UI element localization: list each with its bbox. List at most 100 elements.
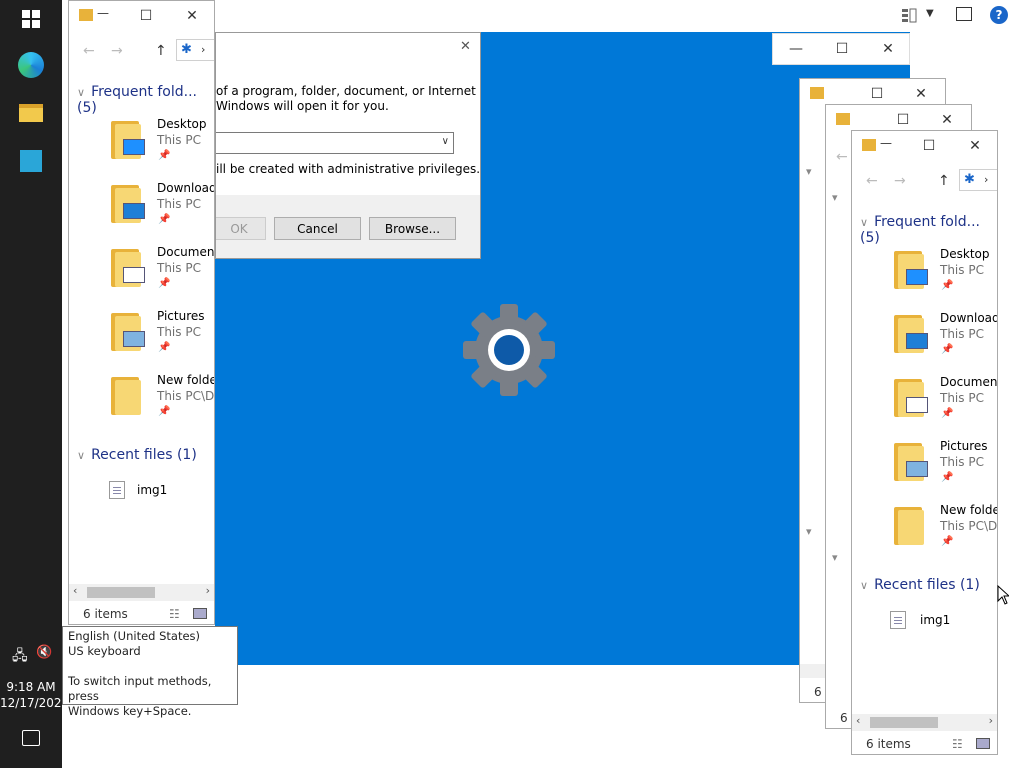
- network-icon[interactable]: 🖧: [12, 645, 28, 669]
- run-description-line1: of a program, folder, document, or Inter…: [216, 84, 476, 98]
- close-button[interactable]: ✕: [169, 1, 214, 31]
- forward-arrow-icon[interactable]: →: [111, 43, 123, 59]
- pin-icon[interactable]: 📌: [941, 280, 953, 291]
- frequent-folders-header[interactable]: ∨ Frequent fold... (5): [860, 214, 997, 246]
- chevron-icon: ▾: [806, 165, 812, 178]
- frequent-folder-item[interactable]: New folder This PC\De 📌: [69, 373, 214, 433]
- pin-icon[interactable]: 📌: [941, 344, 953, 355]
- folder-icon: [111, 119, 145, 159]
- details-view-icon[interactable]: ☷: [952, 737, 963, 751]
- pin-icon[interactable]: 📌: [941, 408, 953, 419]
- recent-file-name[interactable]: img1: [137, 483, 167, 497]
- ok-button[interactable]: OK: [216, 217, 266, 240]
- scroll-left-icon[interactable]: ‹: [856, 714, 860, 727]
- chevron-right-icon: ›: [984, 173, 989, 186]
- address-bar[interactable]: ✱ ›: [959, 169, 997, 191]
- folder-icon: [810, 87, 824, 99]
- folder-icon: [894, 505, 924, 545]
- minimize-button[interactable]: —: [97, 6, 109, 20]
- action-center-icon[interactable]: [22, 730, 40, 746]
- view-options-icon[interactable]: [900, 6, 920, 24]
- maximize-button[interactable]: ☐: [906, 131, 952, 161]
- frequent-folder-item[interactable]: New folder This PC\De 📌: [852, 503, 997, 563]
- browse-button[interactable]: Browse...: [369, 217, 456, 240]
- folder-icon: [894, 377, 928, 417]
- folder-name: Pictures: [157, 309, 205, 323]
- pin-icon[interactable]: 📌: [158, 406, 170, 417]
- settings-gear-icon: [463, 304, 555, 396]
- scroll-right-icon[interactable]: ›: [989, 714, 993, 727]
- folder-icon: [111, 311, 145, 351]
- close-button[interactable]: ✕: [952, 131, 997, 161]
- minimize-button[interactable]: —: [880, 136, 892, 150]
- cancel-button[interactable]: Cancel: [274, 217, 361, 240]
- folder-name: Documents: [940, 375, 998, 389]
- folder-name: Downloads: [157, 181, 214, 195]
- horizontal-scrollbar[interactable]: ‹ ›: [69, 584, 214, 601]
- pin-icon[interactable]: 📌: [158, 214, 170, 225]
- folder-icon: [894, 249, 928, 289]
- help-icon[interactable]: ?: [990, 6, 1008, 24]
- frequent-folders-header[interactable]: ∨ Frequent fold... (5): [77, 84, 214, 116]
- chevron-down-icon[interactable]: ▼: [926, 8, 934, 19]
- horizontal-scrollbar[interactable]: ‹ ›: [852, 714, 997, 731]
- folder-name: New folder: [157, 373, 214, 387]
- start-button[interactable]: [0, 6, 62, 32]
- large-icons-view-icon[interactable]: [193, 608, 207, 619]
- server-manager-taskbar-icon[interactable]: [0, 146, 62, 176]
- recent-file-name[interactable]: img1: [920, 613, 950, 627]
- frequent-folder-item[interactable]: Downloads This PC 📌: [852, 311, 997, 371]
- scrollbar-thumb[interactable]: [87, 587, 155, 598]
- folder-name: Desktop: [157, 117, 207, 131]
- frequent-folder-item[interactable]: Desktop This PC 📌: [69, 117, 214, 177]
- scrollbar-thumb[interactable]: [870, 717, 938, 728]
- large-icons-view-icon[interactable]: [976, 738, 990, 749]
- scroll-left-icon[interactable]: ‹: [73, 584, 77, 597]
- tooltip-keyboard: US keyboard: [68, 644, 141, 658]
- back-arrow-icon[interactable]: ←: [836, 149, 848, 165]
- up-arrow-icon[interactable]: ↑: [155, 43, 167, 59]
- forward-arrow-icon[interactable]: →: [894, 173, 906, 189]
- close-button[interactable]: ✕: [460, 39, 471, 54]
- input-language-tooltip: English (United States) US keyboard To s…: [62, 626, 238, 718]
- volume-muted-icon[interactable]: 🔇: [36, 645, 52, 660]
- clock-date[interactable]: 12/17/2021: [0, 696, 69, 710]
- file-explorer-taskbar-icon[interactable]: [0, 98, 62, 128]
- recent-files-header[interactable]: ∨ Recent files (1): [77, 447, 197, 463]
- pin-icon[interactable]: 📌: [941, 472, 953, 483]
- clock-time[interactable]: 9:18 AM: [0, 680, 62, 694]
- frequent-folder-item[interactable]: Pictures This PC 📌: [852, 439, 997, 499]
- folder-name: New folder: [940, 503, 997, 517]
- frequent-folder-item[interactable]: Desktop This PC 📌: [852, 247, 997, 307]
- scroll-right-icon[interactable]: ›: [206, 584, 210, 597]
- edge-taskbar-icon[interactable]: [0, 50, 62, 80]
- recent-files-header[interactable]: ∨ Recent files (1): [860, 577, 980, 593]
- folder-name: Documents: [157, 245, 215, 259]
- chevron-icon: ▾: [806, 525, 812, 538]
- dropdown-chevron-icon[interactable]: ∨: [442, 136, 449, 147]
- pin-icon[interactable]: 📌: [158, 342, 170, 353]
- run-open-input[interactable]: ∨: [216, 132, 454, 154]
- frequent-folder-item[interactable]: Pictures This PC 📌: [69, 309, 214, 369]
- item-count: 6 items: [83, 607, 128, 621]
- taskbar: 🖧 🔇 9:18 AM 12/17/2021: [0, 0, 69, 768]
- pin-icon[interactable]: 📌: [158, 150, 170, 161]
- back-arrow-icon[interactable]: ←: [866, 173, 878, 189]
- folder-location: This PC: [157, 197, 201, 211]
- frequent-folder-item[interactable]: Downloads This PC 📌: [69, 181, 214, 241]
- folder-icon: [79, 9, 93, 21]
- up-arrow-icon[interactable]: ↑: [938, 173, 950, 189]
- pin-icon[interactable]: 📌: [158, 278, 170, 289]
- address-bar[interactable]: ✱ ›: [176, 39, 214, 61]
- minimize-button[interactable]: —: [773, 34, 819, 64]
- close-button[interactable]: ✕: [865, 34, 909, 64]
- frequent-folder-item[interactable]: Documents This PC 📌: [852, 375, 998, 435]
- preview-pane-icon[interactable]: [956, 7, 972, 21]
- run-dialog: ✕ of a program, folder, document, or Int…: [215, 32, 481, 259]
- maximize-button[interactable]: ☐: [123, 1, 169, 31]
- back-arrow-icon[interactable]: ←: [83, 43, 95, 59]
- frequent-folder-item[interactable]: Documents This PC 📌: [69, 245, 215, 305]
- pin-icon[interactable]: 📌: [941, 536, 953, 547]
- details-view-icon[interactable]: ☷: [169, 607, 180, 621]
- maximize-button[interactable]: ☐: [819, 34, 865, 64]
